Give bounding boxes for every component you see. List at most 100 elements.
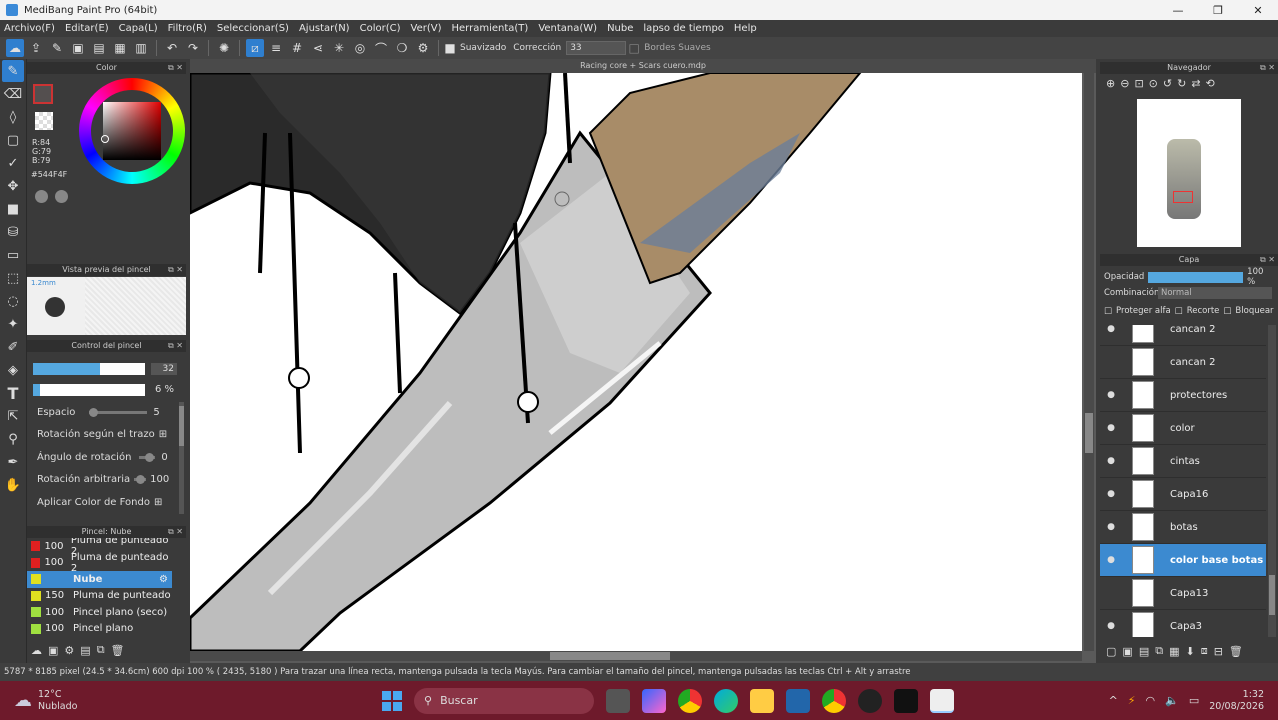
zoom-in-icon[interactable]: ⊕	[1106, 77, 1115, 90]
gradient-tool-icon[interactable]: ▭	[2, 244, 24, 266]
brush-item[interactable]: 100 Pluma de punteado 2	[27, 552, 172, 574]
visibility-eye-icon[interactable]: ●	[1104, 423, 1118, 433]
snap-parallel-icon[interactable]: ≡	[267, 39, 285, 57]
brush-item[interactable]: 100 Pincel plano	[27, 621, 172, 638]
menu-archivo[interactable]: Archivo(F)	[4, 23, 55, 34]
tray-expand-icon[interactable]: ^	[1109, 694, 1118, 707]
settings-gear-icon[interactable]: ⚙	[414, 39, 432, 57]
visibility-eye-icon[interactable]: ●	[1104, 489, 1118, 499]
taskbar-search[interactable]: ⚲ Buscar	[414, 687, 594, 714]
rotation-angle-row[interactable]: Ángulo de rotación 0	[27, 446, 177, 469]
layer-item[interactable]: ● cancan 2	[1100, 325, 1266, 346]
volume-icon[interactable]: 🔈	[1165, 694, 1179, 707]
add-brush-icon[interactable]: ▣	[48, 644, 58, 657]
new-brush-icon[interactable]: ▤	[80, 644, 90, 657]
undo-icon[interactable]: ↶	[163, 39, 181, 57]
snap-circle-icon[interactable]: ◎	[351, 39, 369, 57]
panel-close-icon[interactable]: ⧉ ✕	[168, 264, 183, 276]
lock-checkbox-icon[interactable]: □	[1223, 306, 1231, 316]
select-pen-icon[interactable]: ✐	[2, 336, 24, 358]
smoothing-checkbox-icon[interactable]: ■	[444, 39, 455, 57]
layer-item[interactable]: ● protectores	[1100, 379, 1266, 412]
palette-color-icon[interactable]	[55, 190, 68, 203]
layer-settings-icon[interactable]: ⊟	[1214, 645, 1223, 658]
soft-edges-checkbox-icon[interactable]: □	[629, 39, 640, 57]
canvas-tab[interactable]: Racing core + Scars cuero.mdp	[190, 59, 1096, 73]
brush-item[interactable]: 100 Pincel plano (seco)	[27, 604, 172, 621]
eraser-tool-icon[interactable]: ⌫	[2, 83, 24, 105]
close-button[interactable]: ✕	[1238, 0, 1278, 20]
menu-seleccionar[interactable]: Seleccionar(S)	[217, 23, 289, 34]
canvas-vertical-scrollbar[interactable]	[1084, 73, 1094, 651]
layer-opacity-slider[interactable]	[1147, 271, 1244, 283]
chrome-icon[interactable]	[678, 688, 702, 713]
spacing-row[interactable]: Espacio 5	[27, 401, 177, 424]
menu-ventana[interactable]: Ventana(W)	[538, 23, 597, 34]
apply-bg-color-row[interactable]: Aplicar Color de Fondo ⊞	[27, 491, 177, 514]
file-explorer-icon[interactable]	[750, 688, 774, 713]
flip-icon[interactable]: ⇄	[1191, 77, 1200, 90]
rotation-angle-slider[interactable]	[139, 452, 156, 462]
layer-blend-select[interactable]: Normal	[1158, 287, 1272, 299]
clock-date[interactable]: 20/08/2026	[1209, 701, 1264, 713]
brush-settings-gear-icon[interactable]: ⚙	[159, 574, 168, 585]
battery-icon[interactable]: ▭	[1189, 694, 1199, 707]
layer-item[interactable]: ● cintas	[1100, 445, 1266, 478]
weather-widget[interactable]: ☁ 12°C Nublado	[14, 689, 214, 713]
layer-item-selected[interactable]: ● color base botas	[1100, 544, 1266, 577]
panel-close-icon[interactable]: ⧉ ✕	[1260, 62, 1275, 74]
wifi-icon[interactable]: ◠	[1146, 694, 1156, 707]
tiktok-icon[interactable]	[894, 688, 918, 713]
new-layer-8bit-icon[interactable]: ▤	[1139, 645, 1149, 658]
color-square[interactable]	[103, 102, 161, 160]
snap-radial-icon[interactable]: ✳	[330, 39, 348, 57]
delete-brush-icon[interactable]: 🗑	[111, 644, 125, 657]
color-wheel[interactable]	[79, 78, 185, 184]
visibility-eye-icon[interactable]: ●	[1104, 390, 1118, 400]
operation-tool-icon[interactable]: ⇱	[2, 405, 24, 427]
panel-close-icon[interactable]: ⧉ ✕	[168, 62, 183, 74]
page-icon[interactable]: ▤	[90, 39, 108, 57]
snap-concentric-icon[interactable]: ❍	[393, 39, 411, 57]
brush-size-slider[interactable]	[33, 363, 145, 375]
visibility-eye-icon[interactable]: ●	[1104, 325, 1118, 334]
minimize-button[interactable]: —	[1158, 0, 1198, 20]
merge-layer-icon[interactable]: ⧈	[1201, 644, 1208, 658]
copilot-icon[interactable]	[642, 688, 666, 713]
brush-options-icon[interactable]: ⚙	[64, 644, 74, 657]
protect-alpha-checkbox-icon[interactable]: □	[1104, 306, 1112, 316]
menu-herramienta[interactable]: Herramienta(T)	[451, 23, 528, 34]
brush-opacity-slider[interactable]	[33, 384, 145, 396]
delete-layer-icon[interactable]: 🗑	[1229, 645, 1243, 658]
bucket-tool-icon[interactable]: ⛁	[2, 221, 24, 243]
apply-bg-color-checkbox-icon[interactable]: ⊞	[154, 497, 162, 508]
correction-select[interactable]: 33	[566, 41, 627, 55]
brush-item[interactable]: 150 Pluma de punteado	[27, 588, 172, 605]
primary-color-swatch[interactable]	[33, 84, 53, 104]
menu-ver[interactable]: Ver(V)	[411, 23, 442, 34]
layer-item[interactable]: Capa13	[1100, 577, 1266, 610]
spacing-slider[interactable]	[89, 407, 148, 417]
hand-tool-icon[interactable]: ✋	[2, 474, 24, 496]
magic-wand-icon[interactable]: ✦	[2, 313, 24, 335]
menu-editar[interactable]: Editar(E)	[65, 23, 109, 34]
medibang-icon[interactable]	[930, 688, 954, 713]
rotation-stroke-checkbox-icon[interactable]: ⊞	[159, 429, 167, 440]
new-layer-icon[interactable]: ▢	[1106, 645, 1116, 658]
rotation-random-slider[interactable]	[134, 475, 147, 485]
cloud-brush-icon[interactable]: ☁	[31, 644, 42, 657]
snap-off-icon[interactable]: ✺	[215, 39, 233, 57]
save-icon[interactable]: ▣	[69, 39, 87, 57]
brush-size-value[interactable]: 32	[151, 363, 177, 375]
snap-grid-icon[interactable]: #	[288, 39, 306, 57]
tray-app-icon[interactable]: ⚡	[1128, 694, 1136, 707]
new-layer-halftone-icon[interactable]: ▣	[1122, 645, 1132, 658]
zoom-actual-icon[interactable]: ⊙	[1149, 77, 1158, 90]
upload-icon[interactable]: ⇪	[27, 39, 45, 57]
rect-shape-icon[interactable]: ▢	[2, 129, 24, 151]
fill-rect-icon[interactable]: ■	[2, 198, 24, 220]
new-folder-icon[interactable]: ▦	[1169, 645, 1179, 658]
cloud-icon[interactable]: ☁	[6, 39, 24, 57]
canvas-horizontal-scrollbar[interactable]	[190, 651, 1082, 661]
visibility-eye-icon[interactable]: ●	[1104, 522, 1118, 532]
